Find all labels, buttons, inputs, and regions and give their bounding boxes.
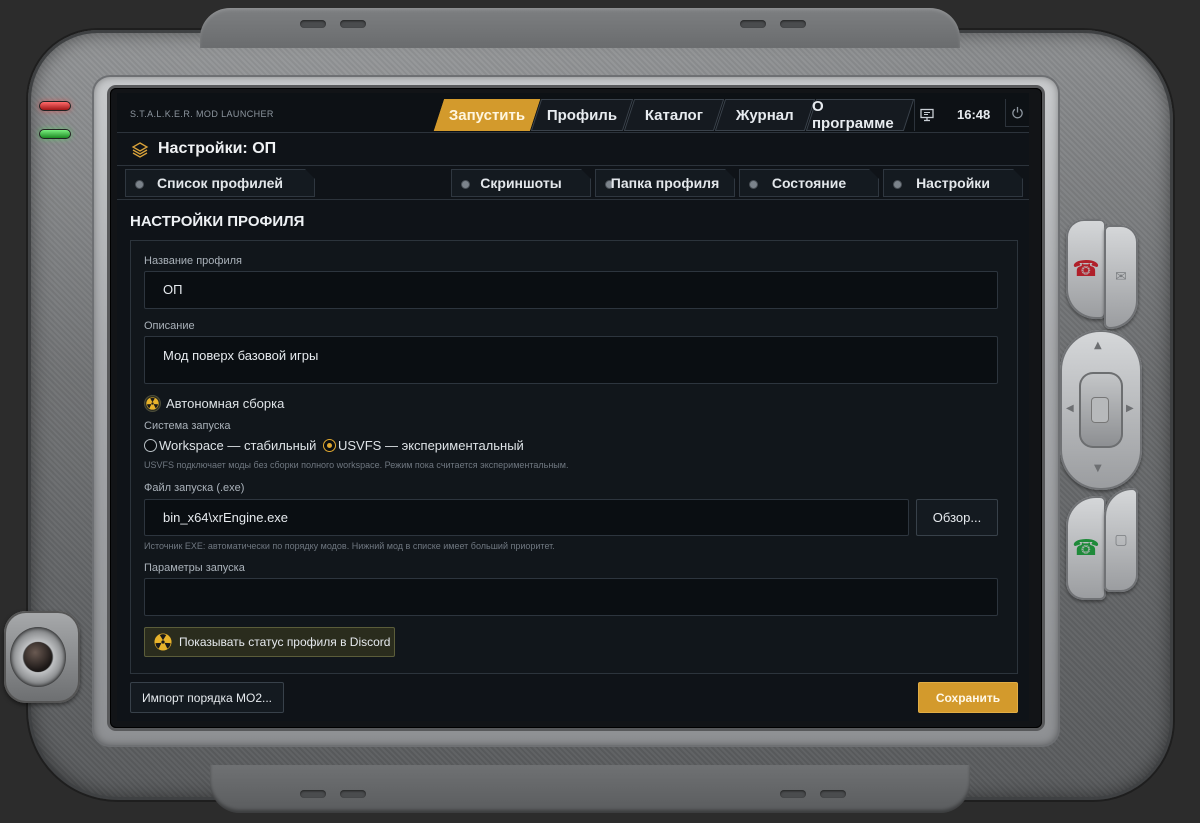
top-bar: S.T.A.L.K.E.R. MOD LAUNCHER Запустить Пр… xyxy=(117,93,1029,133)
pda-device: ☎ ✉ ▲ ▼ ◀ ▶ ☎ ▢ S.T.A.L.K.E.R. MOD LAUNC… xyxy=(0,0,1200,823)
dpad-right-arrow-icon[interactable]: ▶ xyxy=(1126,403,1134,414)
radiation-icon xyxy=(154,633,172,651)
exe-label: Файл запуска (.exe) xyxy=(144,482,245,494)
page-title: Настройки: ОП xyxy=(158,140,277,157)
shell-grip xyxy=(300,790,326,798)
shell-grip xyxy=(780,790,806,798)
settings-panel: Название профиля ОП Описание Мод поверх … xyxy=(130,240,1018,674)
autonomous-icon-wrap xyxy=(144,394,161,412)
power-icon xyxy=(1012,106,1023,119)
nav-label: Запустить xyxy=(448,106,526,124)
hardware-answer-button[interactable]: ☎ xyxy=(1066,496,1106,600)
hardware-menu-button[interactable]: ▢ xyxy=(1104,488,1138,592)
import-mo2-button[interactable]: Импорт порядка MO2... xyxy=(130,682,284,713)
profile-name-input[interactable]: ОП xyxy=(144,271,998,309)
clock: 16:48 xyxy=(957,107,991,122)
launch-system-hint: USVFS подключает моды без сборки полного… xyxy=(144,460,569,470)
nav-about[interactable]: О программе xyxy=(805,98,915,132)
params-label: Параметры запуска xyxy=(144,562,245,574)
nav-label: Профиль xyxy=(546,106,618,124)
launch-system-label: Система запуска xyxy=(144,420,231,432)
nav-profile[interactable]: Профиль xyxy=(530,99,634,131)
radio-label: Workspace — стабильный xyxy=(159,438,317,453)
phone-green-icon: ☎ xyxy=(1072,535,1100,561)
dpad-left-arrow-icon[interactable]: ◀ xyxy=(1066,403,1074,414)
envelope-icon: ✉ xyxy=(1115,269,1127,285)
radio-usvfs[interactable]: USVFS — экспериментальный xyxy=(323,438,524,453)
section-title: НАСТРОЙКИ ПРОФИЛЯ xyxy=(130,213,305,230)
autonomous-build-toggle[interactable]: Автономная сборка xyxy=(144,394,284,412)
radio-label: USVFS — экспериментальный xyxy=(338,438,524,453)
nav-label: Каталог xyxy=(644,106,704,124)
autonomous-label: Автономная сборка xyxy=(166,395,285,411)
dpad-down-arrow-icon[interactable]: ▼ xyxy=(1094,463,1102,474)
description-input[interactable]: Мод поверх базовой игры xyxy=(144,336,998,384)
shell-bottom-edge xyxy=(210,765,970,813)
hardware-mail-button[interactable]: ✉ xyxy=(1104,225,1138,329)
nav-label: О программе xyxy=(812,98,894,132)
phone-red-icon: ☎ xyxy=(1072,256,1100,282)
radio-workspace[interactable]: Workspace — стабильный xyxy=(144,438,316,453)
power-button[interactable] xyxy=(1005,99,1029,127)
green-status-led xyxy=(39,129,71,139)
dpad-center-button[interactable] xyxy=(1091,397,1109,423)
exe-input[interactable]: bin_x64\xrEngine.exe xyxy=(144,499,909,536)
save-button[interactable]: Сохранить xyxy=(918,682,1018,713)
tab-label: Список профилей xyxy=(157,175,283,191)
discord-label: Показывать статус профиля в Discord xyxy=(179,635,391,649)
params-input[interactable] xyxy=(144,578,998,616)
layers-icon xyxy=(131,142,149,158)
tab-profile-list[interactable]: Список профилей xyxy=(125,169,315,197)
discord-status-toggle[interactable]: Показывать статус профиля в Discord xyxy=(144,627,395,657)
radiation-icon xyxy=(146,396,159,410)
tab-label: Состояние xyxy=(771,175,847,191)
square-icon: ▢ xyxy=(1114,532,1128,548)
system-tray: 16:48 xyxy=(914,99,1029,131)
shell-top-edge xyxy=(200,8,960,48)
dpad-up-arrow-icon[interactable]: ▲ xyxy=(1094,340,1102,351)
shell-grip xyxy=(300,20,326,28)
red-status-led xyxy=(39,101,71,111)
launcher-app: S.T.A.L.K.E.R. MOD LAUNCHER Запустить Пр… xyxy=(117,93,1029,721)
exe-hint: Источник EXE: автоматически по порядку м… xyxy=(144,541,555,551)
tab-label: Настройки xyxy=(916,175,990,191)
tab-settings[interactable]: Настройки xyxy=(883,169,1023,197)
tab-label: Скриншоты xyxy=(480,175,562,191)
app-title: S.T.A.L.K.E.R. MOD LAUNCHER xyxy=(130,109,274,119)
nav-launch[interactable]: Запустить xyxy=(433,99,541,131)
tab-label: Папка профиля xyxy=(610,175,720,191)
radio-circle-icon xyxy=(323,439,336,452)
monitor-icon[interactable] xyxy=(920,108,934,122)
description-label: Описание xyxy=(144,320,195,332)
tab-screenshots[interactable]: Скриншоты xyxy=(451,169,591,197)
radio-circle-icon xyxy=(144,439,157,452)
shell-grip xyxy=(820,790,846,798)
profile-name-label: Название профиля xyxy=(144,255,242,267)
profile-tabs: Список профилей Скриншоты Папка профиля … xyxy=(117,167,1029,200)
browse-button[interactable]: Обзор... xyxy=(916,499,998,536)
page-header: Настройки: ОП xyxy=(117,134,1029,166)
camera-lens xyxy=(24,642,52,672)
shell-grip xyxy=(740,20,766,28)
hardware-call-button[interactable]: ☎ xyxy=(1066,219,1106,319)
nav-journal[interactable]: Журнал xyxy=(714,99,816,131)
tab-profile-folder[interactable]: Папка профиля xyxy=(595,169,735,197)
shell-grip xyxy=(340,20,366,28)
shell-grip xyxy=(340,790,366,798)
nav-label: Журнал xyxy=(736,106,794,124)
nav-catalog[interactable]: Каталог xyxy=(623,99,725,131)
shell-grip xyxy=(780,20,806,28)
tab-state[interactable]: Состояние xyxy=(739,169,879,197)
